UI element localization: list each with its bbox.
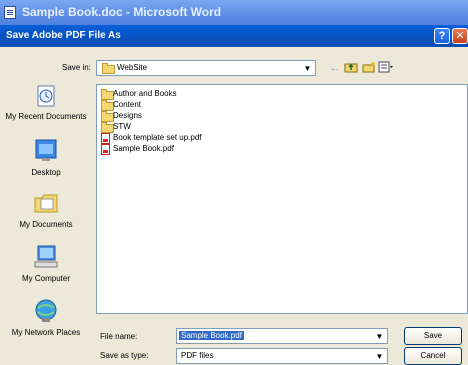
folder-icon xyxy=(102,63,115,74)
recent-documents-icon xyxy=(32,84,60,110)
close-button[interactable]: ✕ xyxy=(452,28,468,44)
file-name-text: Designs xyxy=(113,111,142,120)
file-name-text: Book template set up.pdf xyxy=(113,133,202,142)
save-in-value: WebSite xyxy=(117,63,148,72)
place-label: My Computer xyxy=(21,274,70,283)
dialog-title: Save Adobe PDF File As xyxy=(6,30,121,41)
file-list[interactable]: Author and Books Content Designs STW Boo… xyxy=(96,84,468,314)
file-name-text: Sample Book.pdf xyxy=(113,144,174,153)
file-name-text: STW xyxy=(113,122,131,131)
window-title: Sample Book.doc - Microsoft Word xyxy=(22,5,222,19)
word-title-bar: Sample Book.doc - Microsoft Word xyxy=(0,0,468,25)
cancel-button[interactable]: Cancel xyxy=(404,347,462,365)
place-label: My Documents xyxy=(19,220,73,229)
word-document-icon xyxy=(4,6,16,19)
file-name-text: Author and Books xyxy=(113,89,177,98)
save-in-dropdown[interactable]: WebSite ▼ xyxy=(96,60,316,76)
places-bar: My Recent Documents Desktop My Documents… xyxy=(0,82,92,356)
save-in-label: Save in: xyxy=(62,63,91,72)
file-name-label: File name: xyxy=(100,332,138,341)
my-documents-icon xyxy=(32,190,60,216)
back-icon[interactable]: ← xyxy=(328,61,342,75)
chevron-down-icon[interactable]: ▼ xyxy=(301,62,314,75)
dialog-title-bar: Save Adobe PDF File As ? ✕ xyxy=(0,25,468,47)
save-button[interactable]: Save xyxy=(404,327,462,345)
my-computer-icon xyxy=(32,244,60,270)
views-menu-icon[interactable] xyxy=(378,61,393,75)
file-name-text: Content xyxy=(113,100,142,109)
desktop-icon xyxy=(32,138,60,164)
network-places-icon xyxy=(32,298,60,324)
pdf-file-icon xyxy=(101,144,110,155)
save-as-type-dropdown[interactable]: PDF files ▼ xyxy=(176,348,388,364)
help-button[interactable]: ? xyxy=(434,28,450,44)
chevron-down-icon[interactable]: ▼ xyxy=(373,350,386,363)
file-name-input[interactable]: Sample Book.pdf ▼ xyxy=(176,328,388,344)
chevron-down-icon[interactable]: ▼ xyxy=(373,330,386,343)
file-name-value: Sample Book.pdf xyxy=(179,331,244,340)
up-folder-icon[interactable] xyxy=(344,61,358,75)
place-label: My Network Places xyxy=(11,328,81,337)
pdf-file-icon xyxy=(101,133,110,144)
place-label: Desktop xyxy=(31,168,61,177)
new-folder-icon[interactable] xyxy=(362,61,376,75)
place-label: My Recent Documents xyxy=(5,112,87,121)
